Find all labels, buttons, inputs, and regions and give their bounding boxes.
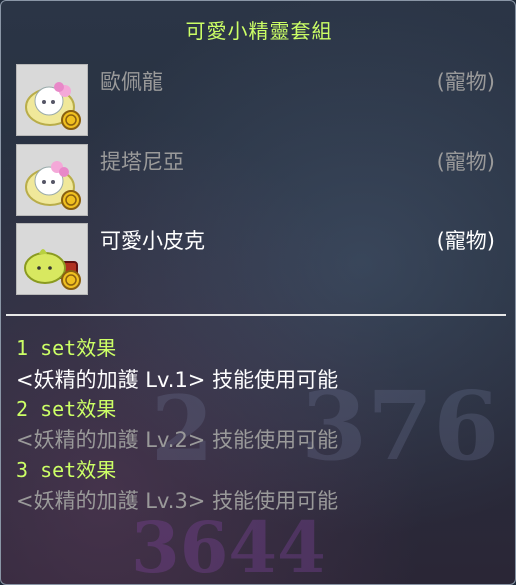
item-type: (寵物) xyxy=(436,70,495,94)
item-name: 提塔尼亞 xyxy=(100,150,184,174)
item-type: (寵物) xyxy=(436,150,495,174)
item-type: (寵物) xyxy=(436,229,495,253)
set-effect-description: <妖精的加護 Lv.1> 技能使用可能 xyxy=(16,368,339,392)
set-effect-label: 1 set效果 xyxy=(16,336,117,360)
fairy-pet-icon xyxy=(16,144,88,216)
divider xyxy=(6,314,506,316)
item-name: 歐佩龍 xyxy=(100,70,163,94)
set-item-tooltip: 2 376 3644 可愛小精靈套組 歐佩龍 (寵物) 提塔尼亞 (寵物) 可愛… xyxy=(0,0,516,585)
item-name: 可愛小皮克 xyxy=(100,229,205,253)
set-effect-description: <妖精的加護 Lv.3> 技能使用可能 xyxy=(16,489,339,513)
set-title: 可愛小精靈套組 xyxy=(185,19,333,43)
set-item-row[interactable]: 提塔尼亞 (寵物) xyxy=(16,144,501,216)
set-item-row[interactable]: 可愛小皮克 (寵物) xyxy=(16,223,501,295)
set-effect-label: 3 set效果 xyxy=(16,458,117,482)
pixie-pet-icon xyxy=(16,223,88,295)
set-effect-label: 2 set效果 xyxy=(16,397,117,421)
fairy-pet-icon xyxy=(16,64,88,136)
set-item-row[interactable]: 歐佩龍 (寵物) xyxy=(16,64,501,136)
background-damage-number: 3644 xyxy=(131,506,326,585)
set-effect-description: <妖精的加護 Lv.2> 技能使用可能 xyxy=(16,428,339,452)
